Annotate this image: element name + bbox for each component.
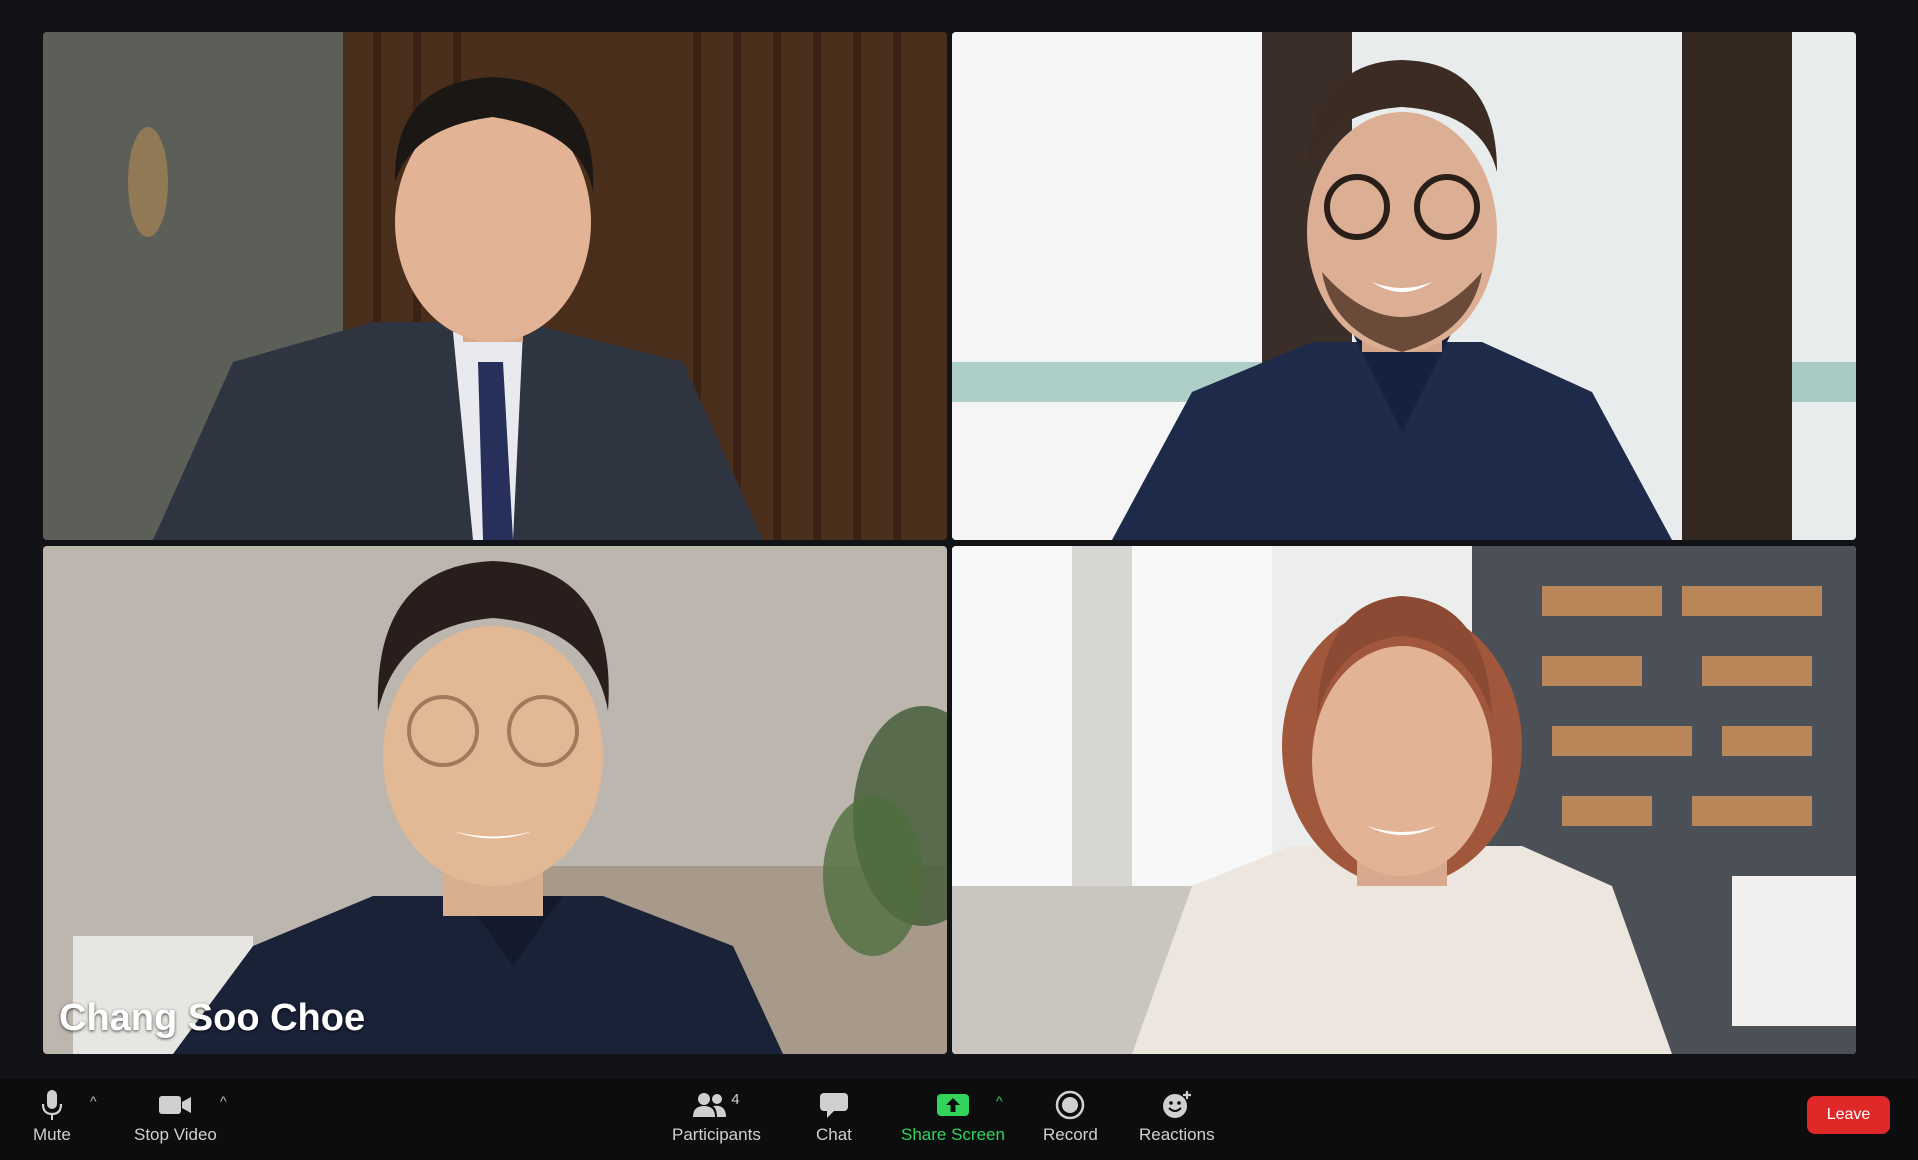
video-options-caret[interactable]: ^ <box>220 1093 227 1109</box>
video-camera-icon <box>159 1096 192 1114</box>
share-screen-icon <box>936 1094 969 1116</box>
participant-video-2 <box>952 32 1856 540</box>
audio-options-caret[interactable]: ^ <box>90 1093 97 1109</box>
video-tile-3[interactable]: Chang Soo Choe <box>43 546 947 1054</box>
record-button[interactable]: Record <box>1043 1087 1098 1145</box>
share-options-caret[interactable]: ^ <box>996 1093 1003 1109</box>
chat-bubble-icon <box>819 1093 848 1118</box>
chat-button[interactable]: Chat <box>816 1087 852 1145</box>
gallery-grid: Chang Soo Choe <box>43 32 1856 1054</box>
participant-video-3 <box>43 546 947 1054</box>
video-tile-2[interactable] <box>952 32 1856 540</box>
participants-label: Participants <box>672 1125 761 1144</box>
participant-video-1 <box>43 32 947 540</box>
share-screen-label: Share Screen <box>901 1125 1005 1144</box>
record-icon <box>1056 1090 1085 1120</box>
people-icon <box>693 1093 727 1117</box>
chat-label: Chat <box>816 1125 852 1144</box>
participants-button[interactable]: 4 Participants <box>672 1087 761 1145</box>
participant-name-tag: Chang Soo Choe <box>59 997 366 1039</box>
stop-video-label: Stop Video <box>134 1125 217 1144</box>
video-stage: Chang Soo Choe <box>0 0 1918 1079</box>
participants-count: 4 <box>731 1091 740 1108</box>
mute-label: Mute <box>33 1125 71 1144</box>
video-tile-1[interactable] <box>43 32 947 540</box>
leave-button[interactable]: Leave <box>1807 1096 1890 1134</box>
record-label: Record <box>1043 1125 1098 1144</box>
stop-video-button[interactable]: Stop Video <box>134 1087 217 1145</box>
share-screen-button[interactable]: Share Screen <box>901 1087 1005 1145</box>
microphone-icon <box>41 1090 62 1120</box>
meeting-toolbar: Mute ^ Stop Video ^ 4 Participants Chat … <box>0 1079 1918 1160</box>
reactions-label: Reactions <box>1139 1125 1215 1144</box>
mute-button[interactable]: Mute <box>33 1087 71 1145</box>
reactions-button[interactable]: Reactions <box>1139 1087 1215 1145</box>
video-tile-4-active-speaker[interactable] <box>952 546 1856 1054</box>
participant-video-4 <box>952 546 1856 1054</box>
smiley-plus-icon <box>1162 1091 1191 1118</box>
